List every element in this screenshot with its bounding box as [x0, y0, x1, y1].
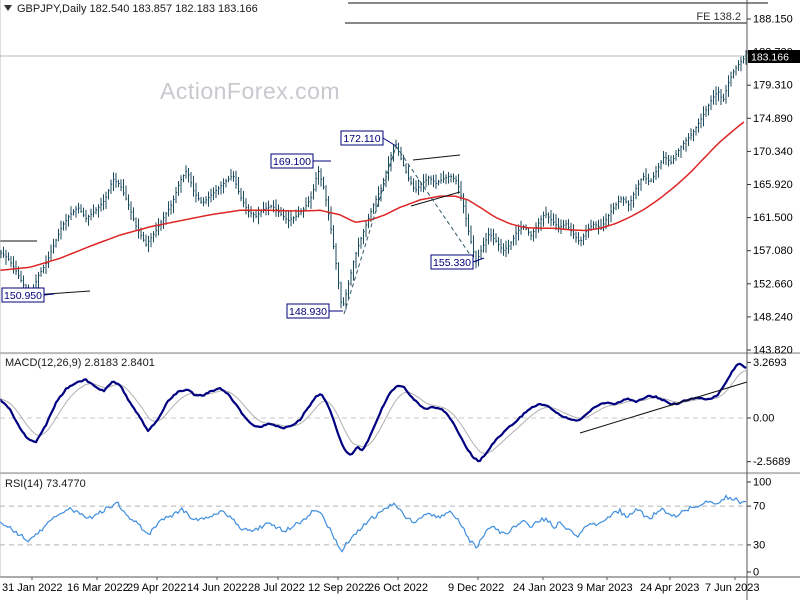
annotation-connector-line [382, 137, 397, 147]
watermark-text: ActionForex.com [160, 78, 340, 104]
fib-extension-label[interactable]: FE 138.2 [696, 11, 741, 23]
annotation-price-text: 150.950 [4, 290, 42, 302]
price-annotation-box[interactable]: 169.100 [270, 153, 331, 169]
trendline[interactable] [412, 154, 461, 161]
trendlines-layer[interactable] [0, 2, 768, 315]
rsi-indicator-label: RSI(14) 73.4770 [5, 478, 86, 490]
price-annotation-box[interactable]: 172.110 [340, 130, 397, 147]
rsi-series-layer [0, 494, 747, 553]
annotation-price-text: 169.100 [273, 156, 311, 168]
projection-dashed-line[interactable] [395, 145, 474, 260]
symbol-info-text: GBPJPY,Daily 182.540 183.857 182.183 183… [17, 3, 258, 15]
projection-dashed-line[interactable] [343, 145, 397, 315]
symbol-dropdown-icon[interactable] [4, 5, 12, 11]
price-chart-canvas[interactable]: ActionForex.com 172.110 169.100 155.330 148… [0, 0, 800, 600]
price-bars-series [0, 50, 748, 310]
price-annotation-box[interactable]: 150.950 [1, 287, 55, 303]
mt4-chart-window: ActionForex.com 172.110 169.100 155.330 148… [0, 0, 800, 600]
price-annotation-box[interactable]: 148.930 [286, 303, 343, 319]
price-axis[interactable] [748, 0, 800, 577]
annotation-price-text: 148.930 [289, 306, 327, 318]
annotation-price-text: 172.110 [343, 133, 380, 145]
annotation-price-text: 155.330 [433, 257, 471, 269]
price-annotations-layer[interactable]: 172.110 169.100 155.330 148.930 150.950 [1, 130, 485, 319]
macd-indicator-label: MACD(12,26,9) 2.8183 2.8401 [5, 357, 155, 369]
rsi-path [0, 494, 747, 553]
time-axis[interactable] [0, 578, 800, 600]
macd-main-path [0, 362, 747, 463]
macd-series-layer [0, 362, 748, 463]
